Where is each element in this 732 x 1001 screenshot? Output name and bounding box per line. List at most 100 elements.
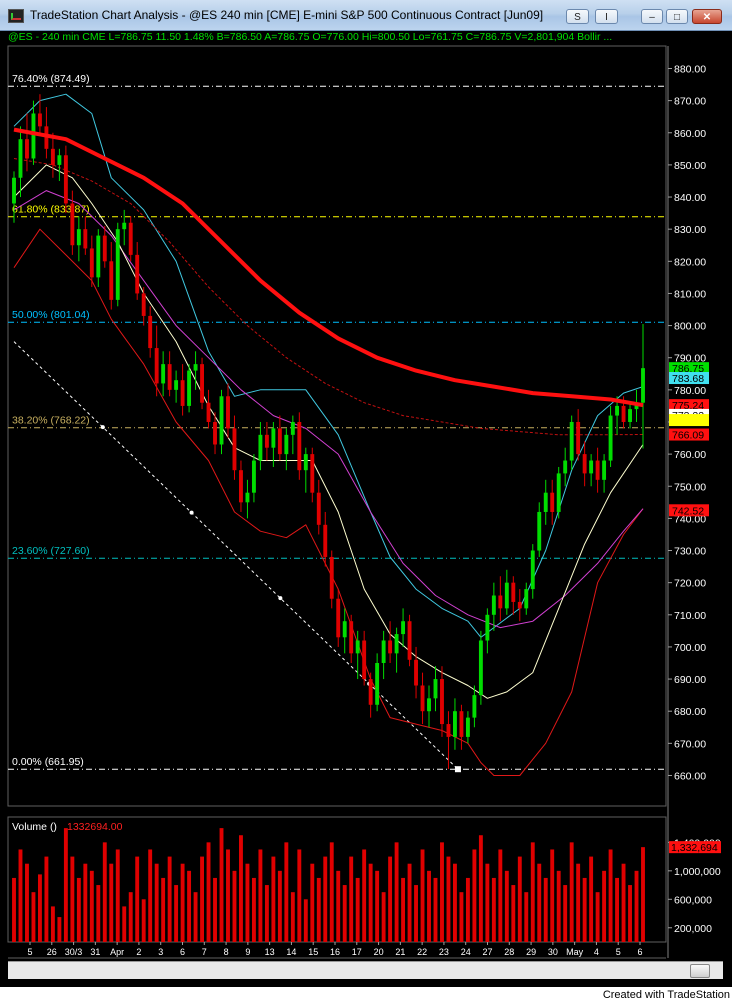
time-tick-label: 5 (616, 947, 621, 957)
candle-body (517, 601, 522, 609)
candle-body (174, 380, 179, 390)
candle-body (245, 492, 250, 503)
candle-body (102, 235, 107, 262)
price-tick-label: 750.00 (674, 481, 706, 493)
candle-body (226, 396, 230, 429)
candle-body (115, 229, 120, 300)
volume-bar (290, 892, 295, 942)
title-bar[interactable]: TradeStation Chart Analysis - @ES 240 mi… (0, 0, 732, 31)
time-tick-label: 9 (245, 947, 250, 957)
time-tick-label: 3 (158, 947, 163, 957)
volume-bar (388, 856, 393, 942)
fib-level-label: 61.80% (833.87) (12, 204, 90, 216)
candle-body (187, 370, 192, 406)
price-tag (669, 414, 709, 427)
volume-bar (589, 856, 594, 942)
volume-bar (316, 877, 321, 942)
volume-bar (556, 870, 561, 942)
price-tick-label: 760.00 (674, 449, 706, 461)
time-tick-label: 30 (548, 947, 558, 957)
volume-bar (63, 828, 68, 942)
volume-bar (543, 877, 548, 942)
style-i-button[interactable]: I (595, 9, 618, 24)
price-tag-label: 766.09 (672, 430, 704, 442)
candle-body (511, 582, 516, 602)
volume-bar (569, 842, 574, 942)
volume-bar (239, 835, 243, 942)
candle-body (628, 409, 632, 422)
time-tick-label: 29 (526, 947, 536, 957)
window-title: TradeStation Chart Analysis - @ES 240 mi… (30, 8, 544, 22)
candle-body (57, 155, 62, 165)
volume-bar (284, 842, 289, 942)
volume-bar (420, 849, 425, 942)
volume-bar (135, 856, 140, 942)
time-tick-label: 17 (352, 947, 362, 957)
volume-bar (414, 885, 418, 942)
candle-body (615, 405, 620, 416)
volume-bar (621, 863, 626, 942)
minimize-button[interactable]: – (641, 9, 663, 24)
time-tick-label: 27 (482, 947, 492, 957)
price-tag-label: 783.68 (672, 373, 704, 385)
candle-body (446, 724, 451, 737)
scrollbar-thumb[interactable] (690, 964, 710, 978)
time-tick-label: 8 (224, 947, 229, 957)
candle-body (453, 711, 457, 737)
candle-body (472, 695, 477, 718)
candle-body (563, 460, 568, 474)
candle-body (414, 659, 418, 686)
volume-bar (271, 856, 276, 942)
close-button[interactable]: ✕ (692, 9, 722, 24)
candle-body (284, 434, 289, 455)
volume-bar (498, 849, 503, 942)
volume-bar (381, 892, 386, 942)
style-s-button[interactable]: S (566, 9, 589, 24)
candle-body (485, 614, 490, 641)
candle-body (362, 640, 367, 680)
volume-bar (50, 906, 55, 942)
volume-bar (329, 842, 334, 942)
symbol-info-bar: @ES - 240 min CME L=786.75 11.50 1.48% B… (8, 31, 613, 43)
candle-body (161, 364, 166, 384)
volume-bar (478, 835, 483, 942)
candle-body (258, 434, 263, 461)
candle-body (63, 155, 68, 204)
time-tick-label: 7 (202, 947, 207, 957)
candle-body (342, 621, 347, 638)
volume-bar (433, 877, 438, 942)
candle-body (440, 679, 444, 725)
candle-body (368, 679, 373, 705)
trendline-point (189, 510, 194, 515)
candle-body (219, 396, 224, 445)
candle-body (465, 717, 470, 737)
candle-body (602, 460, 607, 480)
candle-body (608, 415, 613, 461)
volume-bar (459, 892, 464, 942)
volume-bar (219, 828, 224, 942)
horizontal-scrollbar[interactable] (8, 961, 723, 979)
volume-bar (303, 899, 308, 942)
fib-level-label: 0.00% (661.95) (12, 756, 84, 768)
time-tick-label: May (566, 947, 584, 957)
volume-bar (517, 856, 522, 942)
maximize-button[interactable]: □ (666, 9, 688, 24)
candle-body (232, 428, 237, 471)
time-tick-label: 28 (504, 947, 514, 957)
candle-body (200, 364, 204, 403)
volume-bar (277, 870, 282, 942)
volume-bar (394, 842, 399, 942)
volume-bar (141, 899, 146, 942)
volume-bar (200, 856, 204, 942)
time-tick-label: 2 (136, 947, 141, 957)
chart-canvas[interactable]: 880.00870.00860.00850.00840.00830.00820.… (0, 0, 732, 987)
volume-tick-label: 200,000 (674, 923, 712, 935)
candle-body (355, 640, 360, 654)
volume-bar (628, 885, 632, 942)
candle-body (122, 222, 127, 230)
candle-body (310, 454, 315, 493)
candle-body (180, 380, 185, 406)
price-tick-label: 820.00 (674, 256, 706, 268)
price-tick-label: 780.00 (674, 385, 706, 397)
chart-app-icon (8, 9, 24, 23)
